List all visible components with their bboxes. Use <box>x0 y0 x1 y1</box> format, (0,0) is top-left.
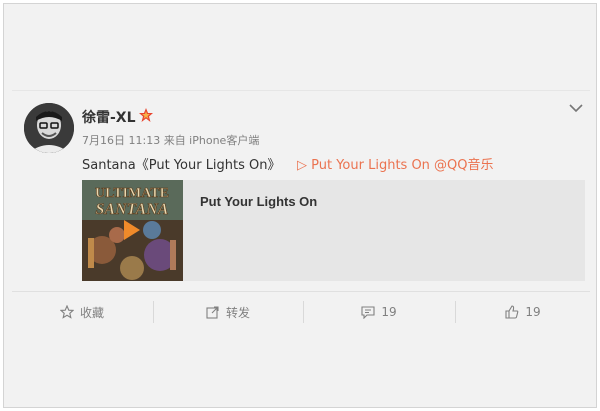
chevron-down-icon[interactable] <box>568 101 584 115</box>
thumbs-up-icon <box>505 305 519 319</box>
avatar[interactable] <box>24 103 74 153</box>
song-title[interactable]: Put Your Lights On <box>200 194 317 209</box>
weibo-post-card: 徐雷-XL 7月16日 11:13 来自 iPhone客户端 Santana《P… <box>12 90 590 333</box>
star-icon <box>59 305 74 319</box>
avatar-image <box>24 103 74 153</box>
comment-count: 19 <box>381 305 397 319</box>
music-card[interactable]: ULTIMATE SANTANA Put Your Lights On <box>82 180 585 281</box>
repost-icon <box>206 306 219 319</box>
album-logo-line2: SANTANA <box>96 201 169 218</box>
comment-icon <box>361 306 375 319</box>
comment-button[interactable]: 19 <box>304 292 454 332</box>
action-bar: 收藏 转发 19 19 <box>12 291 590 331</box>
favorite-label: 收藏 <box>79 305 104 320</box>
repost-label: 转发 <box>225 305 250 320</box>
username[interactable]: 徐雷-XL <box>82 107 136 127</box>
music-link[interactable]: ▷ Put Your Lights On @QQ音乐 <box>297 154 494 173</box>
like-count: 19 <box>525 305 541 319</box>
favorite-button[interactable]: 收藏 <box>12 292 152 332</box>
post-meta: 7月16日 11:13 来自 iPhone客户端 <box>82 134 260 147</box>
vip-star-icon[interactable] <box>138 107 154 123</box>
like-button[interactable]: 19 <box>456 292 590 332</box>
album-logo-line1: ULTIMATE <box>95 186 169 201</box>
page-frame: 徐雷-XL 7月16日 11:13 来自 iPhone客户端 Santana《P… <box>3 3 597 408</box>
post-text: Santana《Put Your Lights On》 <box>82 158 281 173</box>
album-art[interactable]: ULTIMATE SANTANA <box>82 180 183 281</box>
repost-button[interactable]: 转发 <box>154 292 302 332</box>
album-cover-image: ULTIMATE SANTANA <box>82 180 183 281</box>
